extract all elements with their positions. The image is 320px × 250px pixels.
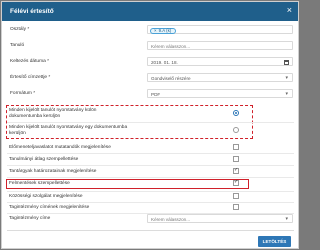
dialog-title: Félévi értesítő (10, 8, 54, 15)
osztaly-label: Osztály * (10, 27, 30, 32)
formatum-select[interactable]: PDF ▾ (147, 89, 293, 98)
divider (7, 122, 294, 123)
calendar-icon[interactable] (284, 60, 289, 65)
tagintezmeny-cime-select[interactable]: Kérem válasszon... ▾ (147, 214, 293, 223)
footer-divider (7, 230, 294, 231)
divider (7, 153, 294, 154)
checkbox-label: Közösségi szolgálat megjelenítése (9, 194, 83, 199)
nyomtatvany-kulon-label-line2: dokumentumba kerüljön (9, 114, 61, 119)
chevron-down-icon: ▾ (285, 216, 288, 222)
tantargyak-checkbox[interactable] (233, 167, 239, 174)
nyomtatvany-egy-label-line1: Minden kijelölt tanulót nyomtatvány egy … (9, 125, 128, 130)
ertesito-cimzettje-value: Gondviselő részére (151, 76, 191, 81)
divider (7, 202, 294, 203)
checkbox-label: Tanulmányi átlag szempellettése (9, 157, 79, 162)
tag-label: 9.A (k) (158, 28, 172, 33)
tagintezmeny-cim-checkbox[interactable] (233, 204, 239, 210)
ertesito-cimzettje-label: Értesítő címzettje * (10, 75, 51, 80)
nyomtatvany-egy-label-line2: kerüljön (9, 131, 26, 136)
divider (7, 165, 294, 166)
tanulmanyi-atlag-checkbox[interactable] (233, 156, 239, 162)
chevron-down-icon: ▾ (285, 75, 288, 81)
divider (7, 191, 294, 192)
tanulo-label: Tanuló (10, 43, 25, 48)
keltezes-value: 2019. 01. 18. (151, 60, 178, 65)
tanulo-placeholder: Kérem válasszon... (151, 44, 191, 49)
checkbox-label: Felmentések szempellettése (9, 181, 70, 186)
checkbox-label: Tantárgyak határozatainak megjelenítése (9, 169, 97, 174)
close-icon[interactable]: × (287, 6, 292, 15)
kozossegi-szolgalat-checkbox[interactable] (233, 193, 239, 199)
checkbox-label: Tagintézmény címének megjelenítése (9, 205, 90, 210)
tagintezmeny-cime-placeholder: Kérem válasszon... (151, 217, 191, 222)
ertesito-cimzettje-select[interactable]: Gondviselő részére ▾ (147, 73, 293, 82)
tanulo-select[interactable]: Kérem válasszon... (147, 41, 293, 50)
nyomtatvany-kulon-radio[interactable] (233, 110, 239, 116)
osztaly-selected-tag: × 9.A (k) (150, 28, 177, 34)
nyomtatvany-kulon-label-line1: Minden kijelölt tanulót nyomtatvány külö… (9, 108, 97, 113)
tag-remove-icon[interactable]: × (154, 28, 157, 33)
dialog-titlebar: Félévi értesítő × (2, 2, 298, 21)
chevron-down-icon: ▾ (285, 91, 288, 97)
divider (7, 177, 294, 178)
download-button[interactable]: LETÖLTÉS (258, 236, 291, 247)
osztaly-multiselect[interactable]: × 9.A (k) (147, 25, 293, 34)
keltezes-label: Keltezés dátuma * (10, 59, 49, 64)
tagintezmeny-cime-label: Tagintézmény címe (9, 216, 51, 221)
elomenetel-checkbox[interactable] (233, 144, 239, 150)
nyomtatvany-egy-radio[interactable] (233, 127, 239, 133)
formatum-label: Formátum * (10, 91, 36, 96)
checkbox-label: Előmeneteljavaslatot mutatandók megjelen… (9, 145, 111, 150)
keltezes-date-input[interactable]: 2019. 01. 18. (147, 57, 293, 66)
felevi-ertesito-dialog: Félévi értesítő × Osztály * × 9.A (k) Tan… (1, 1, 299, 249)
formatum-value: PDF (151, 92, 161, 97)
felmentesek-checkbox[interactable] (233, 179, 239, 186)
